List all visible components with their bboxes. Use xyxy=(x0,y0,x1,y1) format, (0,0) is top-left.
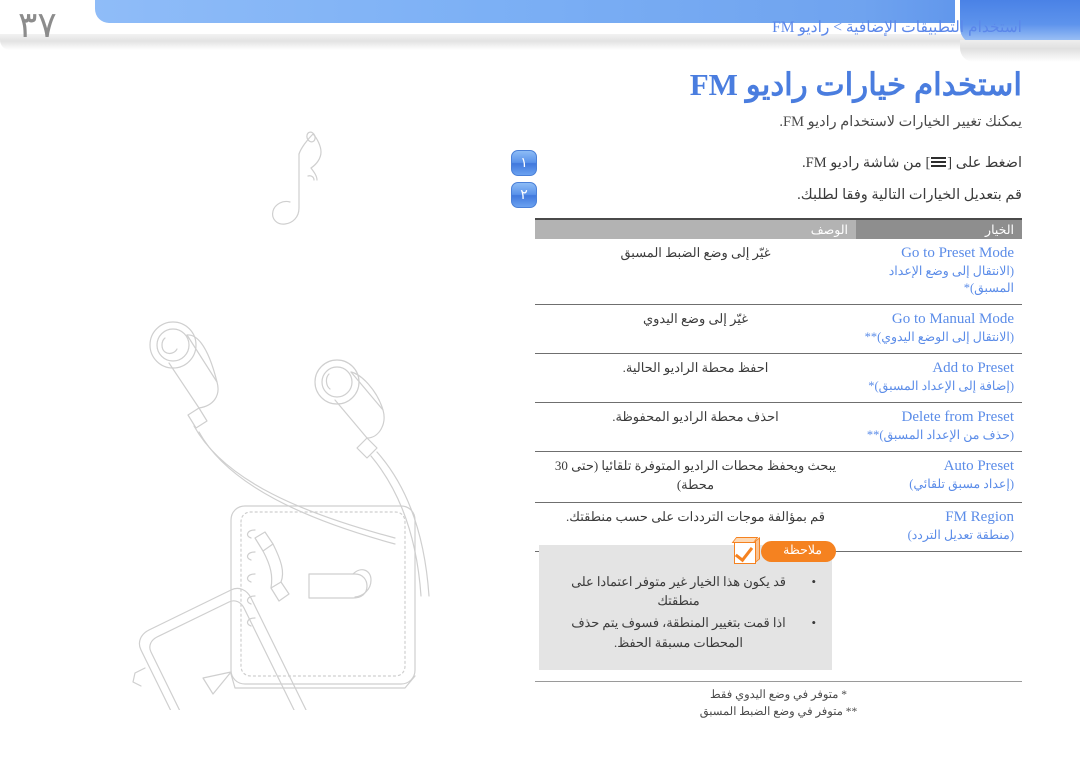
option-name-en: Go to Preset Mode xyxy=(901,245,1014,261)
description-cell: احذف محطة الراديو المحفوظة. xyxy=(535,402,856,453)
note-badge-label: ملاحظة xyxy=(761,541,836,562)
option-name-ar: (منطقة تعديل التردد) xyxy=(907,528,1014,542)
title-block: استخدام خيارات راديو FM يمكنك تغيير الخي… xyxy=(502,66,1022,132)
earphones-player-illustration xyxy=(95,90,515,762)
option-name-ar: (إعداد مسبق تلقائي) xyxy=(909,477,1014,492)
page-number: ٣٧ xyxy=(18,5,57,45)
footnote-single-star: * متوفر في وضع اليدوي فقط xyxy=(709,689,848,701)
options-table: الخيار الوصف Go to Preset Mode (الانتقال… xyxy=(535,218,1022,552)
option-name-en: FM Region xyxy=(945,508,1014,525)
table-header-row: الخيار الوصف xyxy=(535,219,1022,239)
option-cell: Add to Preset (إضافة إلى الإعداد المسبق)… xyxy=(856,353,1022,404)
step-item: ١ اضغط على [ ] من شاشة راديو FM. xyxy=(502,150,1022,176)
table-row: Go to Manual Mode (الانتقال إلى الوضع ال… xyxy=(535,304,1022,355)
option-cell: Go to Preset Mode (الانتقال إلى وضع الإع… xyxy=(856,239,1022,305)
option-name-en: Go to Manual Mode xyxy=(891,310,1014,327)
table-row: Auto Preset (إعداد مسبق تلقائي) يبحث ويح… xyxy=(535,451,1022,503)
description-cell: احفظ محطة الراديو الحالية. xyxy=(535,353,856,404)
step-text: قم بتعديل الخيارات التالية وفقا لطلبك. xyxy=(797,187,1022,203)
option-name-en: Auto Preset xyxy=(943,458,1014,475)
header-grey-tab xyxy=(960,40,1080,62)
step-number-badge: ١ xyxy=(511,150,537,176)
page-subtitle: يمكنك تغيير الخيارات لاستخدام راديو FM. xyxy=(779,113,1022,130)
note-box: ملاحظة قد يكون هذا الخيار غير متوفر اعتم… xyxy=(539,537,836,670)
option-name-ar: (حذف من الإعداد المسبق)** xyxy=(866,428,1014,443)
note-checkbox-icon xyxy=(731,537,761,566)
table-row: Add to Preset (إضافة إلى الإعداد المسبق)… xyxy=(535,353,1022,404)
step-text: اضغط على [ ] من شاشة راديو FM. xyxy=(537,150,1022,175)
breadcrumb: استخدام التطبيقات الإضافية > راديو FM xyxy=(772,19,1022,36)
description-cell: غيّر إلى وضع اليدوي xyxy=(535,304,856,355)
option-cell: Auto Preset (إعداد مسبق تلقائي) xyxy=(856,451,1022,503)
footnote-double-star: ** متوفر في وضع الضبط المسبق xyxy=(699,706,858,719)
description-cell: غيّر إلى وضع الضبط المسبق xyxy=(535,239,856,305)
step-text-before: اضغط على [ xyxy=(947,155,1022,171)
table-body: Go to Preset Mode (الانتقال إلى وضع الإع… xyxy=(535,239,1022,552)
column-header-description: الوصف xyxy=(535,219,856,239)
table-head: الخيار الوصف xyxy=(535,219,1022,239)
note-badge: ملاحظة xyxy=(731,537,836,566)
table-row: Delete from Preset (حذف من الإعداد المسب… xyxy=(535,402,1022,453)
footnotes: * متوفر في وضع اليدوي فقط ** متوفر في وض… xyxy=(535,681,1022,722)
option-cell: Go to Manual Mode (الانتقال إلى الوضع ال… xyxy=(856,304,1022,355)
option-name-ar: (الانتقال إلى وضع الإعداد المسبق)* xyxy=(888,264,1014,296)
menu-icon xyxy=(931,156,947,168)
option-name-ar: (الانتقال إلى الوضع اليدوي)** xyxy=(864,330,1014,345)
note-item: اذا قمت بتغيير المنطقة، فسوف يتم حذف الم… xyxy=(555,613,816,652)
option-name-en: Delete from Preset xyxy=(901,409,1014,426)
step-text-after: ] من شاشة راديو FM. xyxy=(802,155,931,171)
option-cell: FM Region (منطقة تعديل التردد) xyxy=(856,502,1022,552)
description-cell: يبحث ويحفظ محطات الراديو المتوفرة تلقائي… xyxy=(535,451,856,503)
column-header-option: الخيار xyxy=(856,219,1022,239)
table-row: Go to Preset Mode (الانتقال إلى وضع الإع… xyxy=(535,239,1022,305)
option-name-en: Add to Preset xyxy=(932,360,1014,376)
page-title: استخدام خيارات راديو FM xyxy=(689,67,1022,102)
step-item: ٢ قم بتعديل الخيارات التالية وفقا لطلبك. xyxy=(502,182,1022,208)
option-cell: Delete from Preset (حذف من الإعداد المسب… xyxy=(856,402,1022,453)
note-item-list: قد يكون هذا الخيار غير متوفر اعتمادا على… xyxy=(555,572,816,653)
option-name-ar: (إضافة إلى الإعداد المسبق)* xyxy=(868,379,1014,394)
steps-list: ١ اضغط على [ ] من شاشة راديو FM. ٢ قم بتع… xyxy=(502,150,1022,214)
step-number-badge: ٢ xyxy=(511,182,537,208)
note-item: قد يكون هذا الخيار غير متوفر اعتمادا على… xyxy=(555,572,816,611)
